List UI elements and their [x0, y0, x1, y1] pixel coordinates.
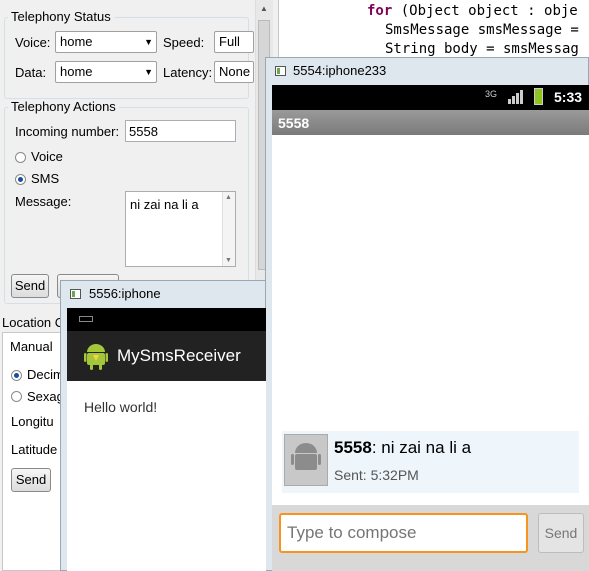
action-bar: MySmsReceiver	[67, 331, 266, 381]
window-title-bar[interactable]: 5556:iphone	[61, 281, 265, 307]
app-title: MySmsReceiver	[117, 346, 241, 365]
decimal-radio[interactable]	[11, 370, 22, 381]
sexagesimal-radio-label: Sexag	[27, 389, 64, 404]
data-select-value: home	[60, 64, 93, 79]
message-label: Message:	[15, 194, 72, 209]
chevron-down-icon: ▼	[144, 67, 153, 77]
voice-select-value: home	[60, 34, 93, 49]
message-text: : ni zai na li a	[371, 438, 472, 457]
emulator-icon	[275, 66, 286, 76]
code-text: (Object object : obje	[392, 3, 578, 19]
tab-manual[interactable]: Manual	[10, 339, 53, 354]
code-keyword: for	[367, 3, 393, 19]
window-title: 5554:iphone233	[293, 63, 387, 78]
incoming-number-input[interactable]	[125, 120, 236, 142]
decimal-radio-label: Decim	[27, 367, 64, 382]
emulator-icon	[70, 289, 81, 299]
latency-select-value: None	[219, 64, 251, 79]
android-screen: 3G 5:33 5558 5558: ni zai na li a Sent: …	[272, 85, 589, 571]
code-text: SmsMessage smsMessage =	[385, 22, 579, 38]
latency-label: Latency:	[163, 65, 213, 80]
location-controls-title: Location C	[2, 315, 65, 330]
status-time: 5:33	[554, 89, 583, 105]
chevron-down-icon: ▼	[144, 37, 153, 47]
network-type-icon: 3G	[485, 89, 498, 99]
data-label: Data:	[15, 65, 47, 80]
message-list-item[interactable]: 5558: ni zai na li a Sent: 5:32PM	[282, 431, 579, 493]
incoming-number-label: Incoming number:	[15, 124, 120, 139]
window-title-bar[interactable]: 5554:iphone233	[266, 58, 588, 84]
keyboard-icon	[79, 316, 93, 322]
speed-select-value: Full	[219, 34, 240, 49]
voice-select[interactable]: home ▼	[55, 31, 157, 53]
message-textarea-value: ni zai na li a	[130, 197, 199, 212]
emulator-window-5554: 5554:iphone233 3G 5:33 5558 5558: ni zai…	[265, 57, 589, 571]
window-title: 5556:iphone	[89, 286, 161, 301]
app-launcher-icon	[84, 344, 108, 370]
emulator-window-5556: 5556:iphone MySmsReceiver Hello world!	[60, 280, 266, 571]
conversation-title: 5558	[278, 115, 310, 131]
compose-input[interactable]	[279, 513, 528, 553]
speed-label: Speed:	[163, 35, 205, 50]
hello-world-text: Hello world!	[84, 399, 158, 415]
speed-select[interactable]: Full	[214, 31, 254, 53]
contact-avatar[interactable]	[284, 434, 328, 486]
message-timestamp: Sent: 5:32PM	[334, 467, 419, 483]
voice-radio-label: Voice	[31, 149, 63, 164]
sms-radio-label: SMS	[31, 171, 60, 186]
telephony-send-button[interactable]: Send	[11, 274, 49, 298]
voice-label: Voice:	[15, 35, 51, 50]
latency-select[interactable]: None	[214, 61, 254, 83]
scroll-up-icon: ▲	[260, 4, 268, 13]
code-text: String body = smsMessag	[385, 41, 579, 57]
code-line: String body = smsMessag	[385, 41, 579, 57]
message-sender: 5558	[334, 438, 372, 457]
message-line: 5558: ni zai na li a	[334, 438, 471, 458]
status-bar	[67, 308, 266, 331]
data-select[interactable]: home ▼	[55, 61, 157, 83]
message-scrollbar[interactable]: ▲ ▼	[222, 192, 235, 266]
message-textarea[interactable]: ni zai na li a ▲ ▼	[125, 191, 236, 267]
code-line: SmsMessage smsMessage =	[385, 22, 579, 38]
android-screen: MySmsReceiver Hello world!	[67, 308, 266, 571]
conversation-title-bar: 5558	[272, 110, 589, 135]
telephony-actions-title: Telephony Actions	[8, 99, 119, 114]
sms-radio[interactable]	[15, 174, 26, 185]
telephony-status-title: Telephony Status	[8, 9, 114, 24]
scroll-up-icon: ▲	[225, 194, 232, 201]
battery-icon	[534, 88, 543, 105]
sexagesimal-radio[interactable]	[11, 391, 22, 402]
compose-send-button[interactable]: Send	[538, 513, 584, 553]
signal-icon	[508, 90, 524, 104]
longitude-label: Longitu	[11, 414, 54, 429]
code-line: for (Object object : obje	[367, 3, 578, 19]
status-bar: 3G 5:33	[272, 85, 589, 110]
android-robot-icon	[291, 443, 321, 470]
scroll-down-icon: ▼	[225, 257, 232, 264]
telephony-status-group	[4, 17, 249, 99]
voice-radio[interactable]	[15, 152, 26, 163]
latitude-label: Latitude	[11, 442, 58, 457]
code-editor[interactable]: for (Object object : obje SmsMessage sms…	[278, 0, 589, 62]
location-send-button[interactable]: Send	[11, 468, 51, 492]
